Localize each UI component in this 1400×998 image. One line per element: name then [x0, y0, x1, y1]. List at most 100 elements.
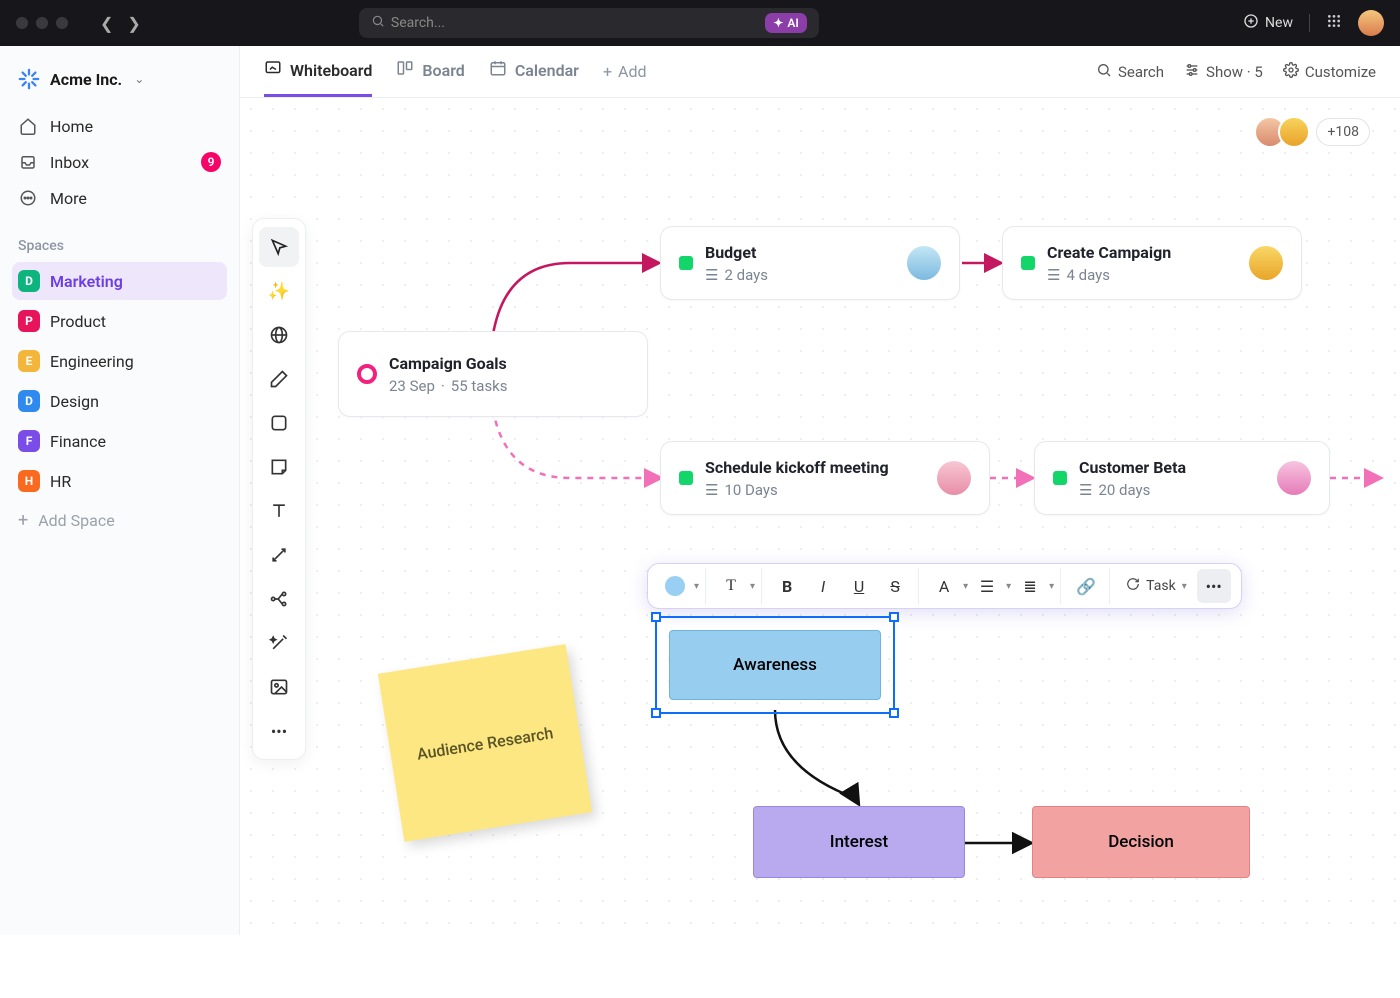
- tool-shape[interactable]: [259, 403, 299, 443]
- tool-connector[interactable]: [259, 535, 299, 575]
- assignee-avatar[interactable]: [1249, 246, 1283, 280]
- add-view-button[interactable]: + Add: [603, 62, 647, 81]
- tool-pen[interactable]: [259, 359, 299, 399]
- space-item-engineering[interactable]: EEngineering: [12, 342, 227, 380]
- sticky-text: Audience Research: [416, 723, 555, 763]
- card-duration: 4 days: [1066, 266, 1110, 284]
- add-space-button[interactable]: + Add Space: [12, 502, 227, 539]
- status-ring-icon: [357, 364, 377, 384]
- collaborator-count[interactable]: +108: [1316, 118, 1370, 146]
- shape-interest[interactable]: Interest: [753, 806, 965, 878]
- space-item-hr[interactable]: HHR: [12, 462, 227, 500]
- nav-inbox[interactable]: Inbox 9: [12, 144, 227, 180]
- resize-handle-ne[interactable]: [889, 612, 899, 622]
- underline-button[interactable]: U: [842, 569, 876, 603]
- titlebar-right: New: [1243, 10, 1384, 36]
- bold-button[interactable]: B: [770, 569, 804, 603]
- card-title: Create Campaign: [1047, 243, 1171, 262]
- view-tabs: Whiteboard Board Calendar + Add Search: [240, 46, 1400, 98]
- toolbar-more-button[interactable]: •••: [1197, 569, 1231, 603]
- new-button[interactable]: New: [1243, 13, 1293, 33]
- tool-magic[interactable]: [259, 623, 299, 663]
- convert-to-task-button[interactable]: Task ▾: [1118, 569, 1195, 603]
- refresh-icon: [1126, 577, 1140, 595]
- color-swatch-icon: [665, 576, 685, 596]
- card-customer-beta[interactable]: Customer Beta ☰20 days: [1034, 441, 1330, 515]
- ai-button[interactable]: ✦ AI: [765, 13, 807, 33]
- close-dot[interactable]: [16, 17, 28, 29]
- assignee-avatar[interactable]: [937, 461, 971, 495]
- tab-calendar-label: Calendar: [515, 61, 579, 80]
- sticky-note[interactable]: Audience Research: [378, 644, 592, 842]
- tool-ai[interactable]: ✨: [259, 271, 299, 311]
- shape-awareness[interactable]: Awareness: [669, 630, 881, 700]
- card-campaign-goals[interactable]: Campaign Goals 23 Sep · 55 tasks: [338, 331, 648, 417]
- shape-selection[interactable]: Awareness: [655, 616, 895, 714]
- tool-mindmap[interactable]: [259, 579, 299, 619]
- list-button[interactable]: ≣: [1013, 569, 1047, 603]
- shape-text: Awareness: [733, 655, 817, 675]
- view-show[interactable]: Show · 5: [1184, 62, 1263, 82]
- workspace-switcher[interactable]: Acme Inc. ⌄: [12, 60, 227, 98]
- space-item-finance[interactable]: FFinance: [12, 422, 227, 460]
- assignee-avatar[interactable]: [907, 246, 941, 280]
- align-button[interactable]: ☰: [970, 569, 1004, 603]
- tool-web[interactable]: [259, 315, 299, 355]
- shape-decision[interactable]: Decision: [1032, 806, 1250, 878]
- back-button[interactable]: ❮: [100, 14, 113, 33]
- shape-text: Interest: [830, 832, 888, 852]
- minimize-dot[interactable]: [36, 17, 48, 29]
- board-icon: [396, 59, 414, 81]
- card-duration: 10 Days: [724, 481, 777, 499]
- space-badge: H: [18, 470, 40, 492]
- resize-handle-sw[interactable]: [651, 708, 661, 718]
- tool-more[interactable]: •••: [259, 711, 299, 751]
- card-duration: 2 days: [724, 266, 768, 284]
- tab-board[interactable]: Board: [396, 46, 464, 97]
- italic-button[interactable]: I: [806, 569, 840, 603]
- tab-calendar[interactable]: Calendar: [489, 46, 579, 97]
- search-placeholder: Search...: [391, 15, 445, 31]
- nav-more[interactable]: More: [12, 180, 227, 216]
- task-label: Task: [1146, 578, 1176, 594]
- user-avatar[interactable]: [1358, 10, 1384, 36]
- chevron-down-icon: ⌄: [134, 72, 144, 86]
- tool-select[interactable]: [259, 227, 299, 267]
- space-item-product[interactable]: PProduct: [12, 302, 227, 340]
- resize-handle-nw[interactable]: [651, 612, 661, 622]
- text-color-button[interactable]: A: [927, 569, 961, 603]
- tool-text[interactable]: [259, 491, 299, 531]
- bullet-list-icon: ≣: [1023, 577, 1036, 596]
- font-size-button[interactable]: T: [714, 569, 748, 603]
- whiteboard-canvas[interactable]: +108 ✨ •••: [240, 98, 1400, 935]
- status-square-icon: [1053, 471, 1067, 485]
- tab-whiteboard[interactable]: Whiteboard: [264, 46, 372, 97]
- view-customize[interactable]: Customize: [1283, 62, 1376, 82]
- collaborator-avatar[interactable]: [1278, 116, 1310, 148]
- space-name: Design: [50, 392, 99, 411]
- space-item-marketing[interactable]: DMarketing: [12, 262, 227, 300]
- link-button[interactable]: 🔗: [1069, 569, 1103, 603]
- fill-color-button[interactable]: [658, 569, 692, 603]
- tool-sticky[interactable]: [259, 447, 299, 487]
- maximize-dot[interactable]: [56, 17, 68, 29]
- resize-handle-se[interactable]: [889, 708, 899, 718]
- nav-home-label: Home: [50, 117, 93, 136]
- content-area: Whiteboard Board Calendar + Add Search: [240, 46, 1400, 935]
- space-badge: F: [18, 430, 40, 452]
- tab-board-label: Board: [422, 61, 464, 80]
- card-kickoff[interactable]: Schedule kickoff meeting ☰10 Days: [660, 441, 990, 515]
- view-search[interactable]: Search: [1096, 62, 1164, 82]
- card-budget[interactable]: Budget ☰2 days: [660, 226, 960, 300]
- space-item-design[interactable]: DDesign: [12, 382, 227, 420]
- nav-home[interactable]: Home: [12, 108, 227, 144]
- apps-grid-icon[interactable]: [1326, 13, 1342, 33]
- assignee-avatar[interactable]: [1277, 461, 1311, 495]
- card-create-campaign[interactable]: Create Campaign ☰4 days: [1002, 226, 1302, 300]
- forward-button[interactable]: ❯: [127, 14, 140, 33]
- strikethrough-button[interactable]: S: [878, 569, 912, 603]
- tool-image[interactable]: [259, 667, 299, 707]
- space-name: Engineering: [50, 352, 134, 371]
- global-search[interactable]: Search... ✦ AI: [359, 8, 819, 38]
- chevron-down-icon: ▾: [1006, 581, 1011, 592]
